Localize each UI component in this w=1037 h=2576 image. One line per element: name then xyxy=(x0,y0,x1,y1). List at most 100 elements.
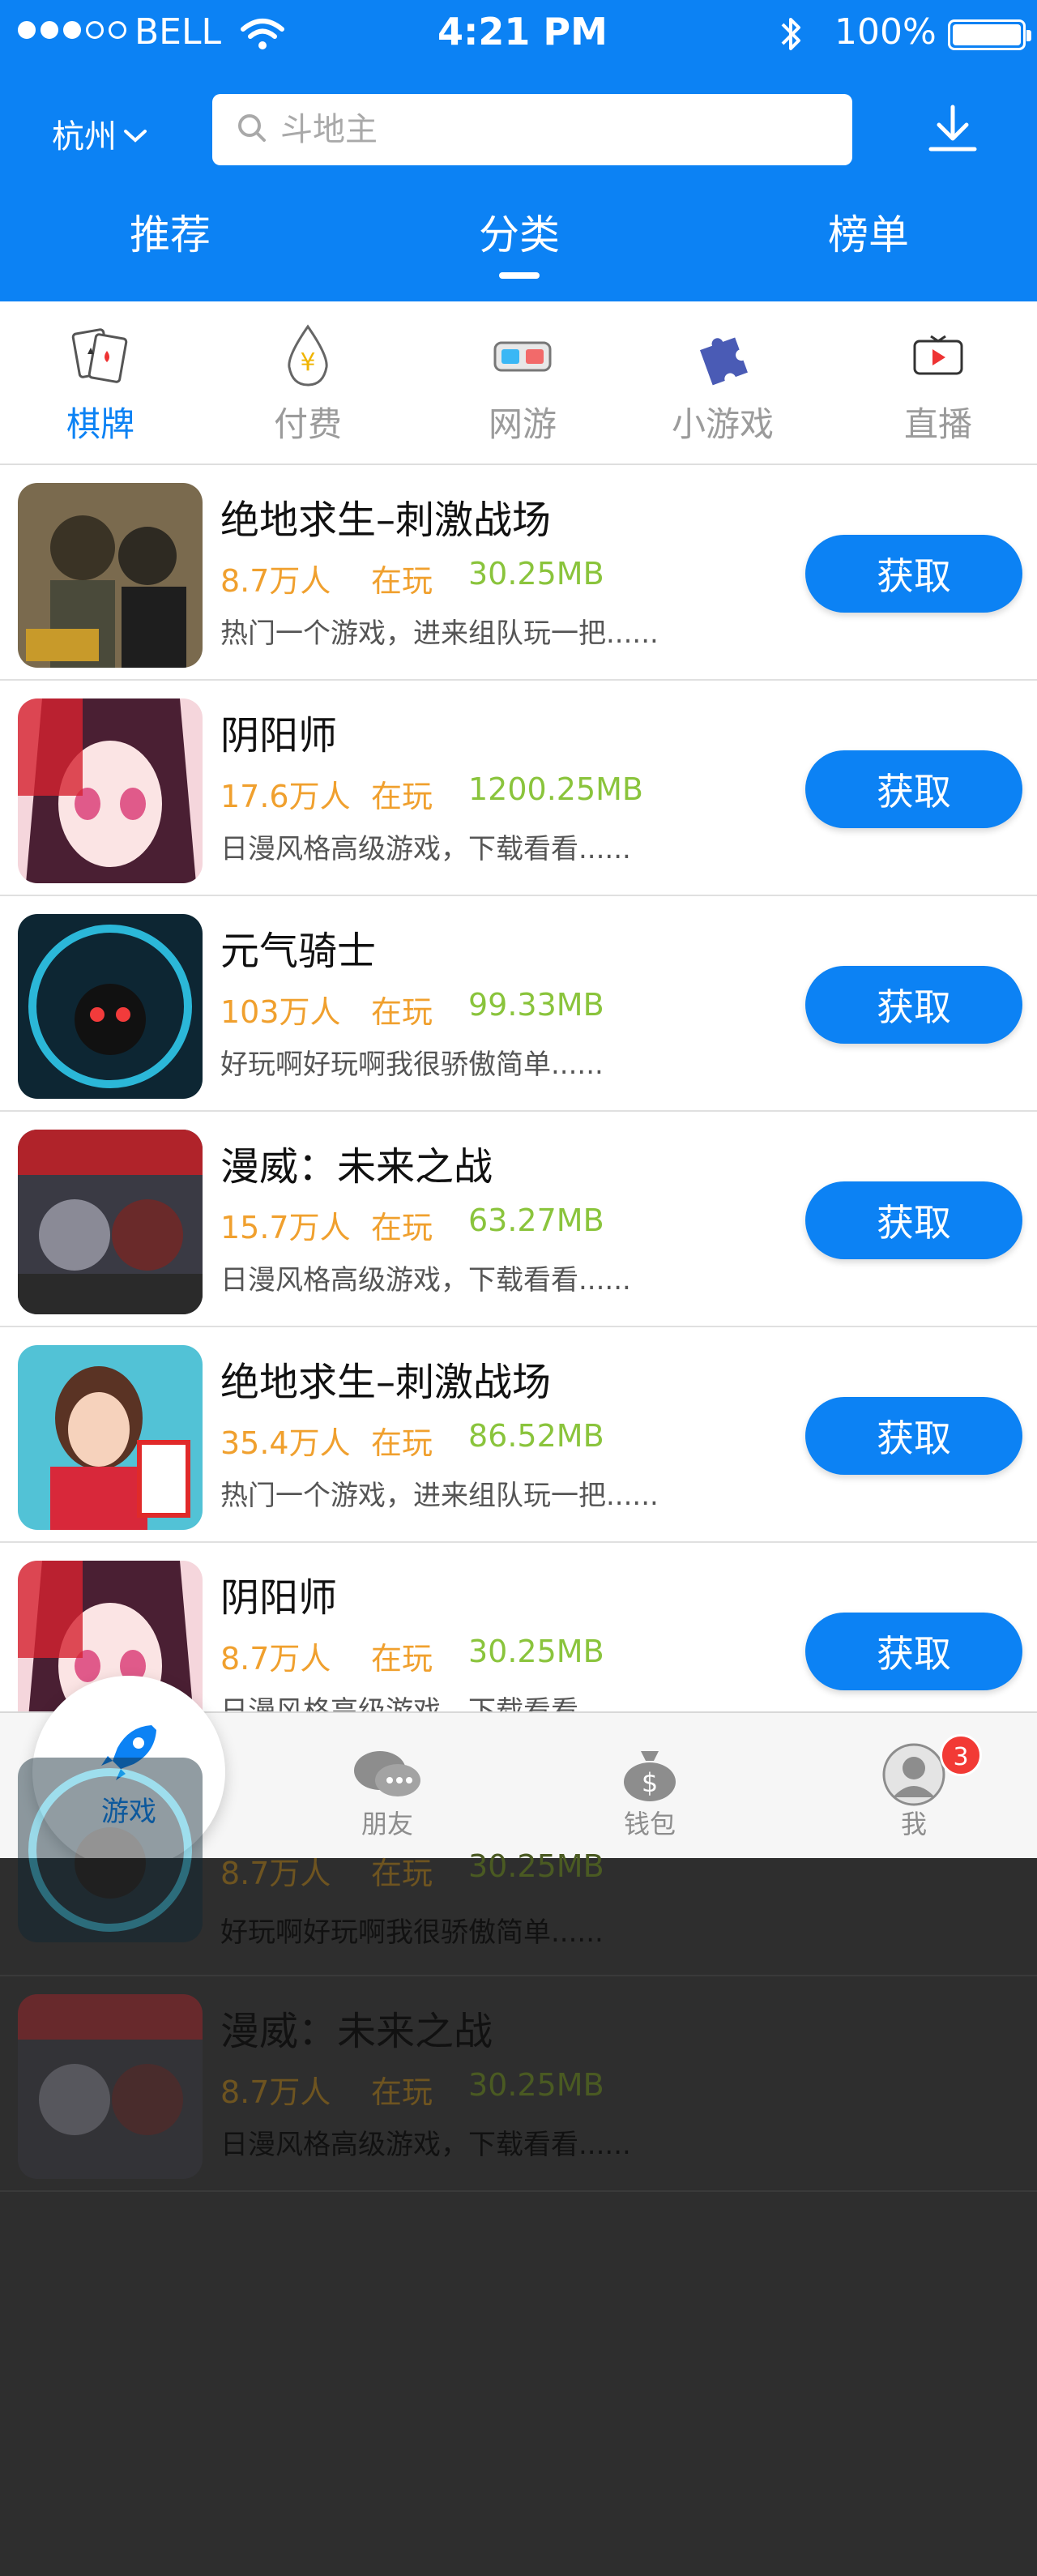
signal-icon xyxy=(18,21,126,39)
game-name: 绝地求生–刺激战场 xyxy=(220,1360,552,1405)
carrier-label: BELL xyxy=(134,11,222,53)
get-button[interactable]: 获取 xyxy=(805,750,1022,828)
game-meta: 17.6万人 在玩 1200.25MB xyxy=(220,771,643,816)
game-icon xyxy=(18,1345,203,1530)
play-state: 在玩 xyxy=(371,1641,433,1677)
category-mini-games[interactable]: 小游戏 xyxy=(642,319,804,446)
tab-friends[interactable]: 朋友 xyxy=(322,1745,452,1841)
play-state: 在玩 xyxy=(371,563,433,599)
city-selector[interactable]: 杭州 xyxy=(52,110,147,157)
search-icon xyxy=(237,113,267,147)
file-size: 63.27MB xyxy=(468,1203,604,1238)
file-size: 30.25MB xyxy=(468,556,604,592)
tab-wallet[interactable]: $ 钱包 xyxy=(585,1745,715,1841)
player-count: 15.7万人 xyxy=(220,1210,351,1245)
category-tabs: 棋牌 ¥ 付费 网游 小游戏 直播 xyxy=(0,301,1037,465)
tab-category[interactable]: 分类 xyxy=(438,203,600,279)
download-icon xyxy=(928,105,977,152)
game-meta: 8.7万人 在玩 30.25MB xyxy=(220,1848,604,1891)
game-description: 日漫风格高级游戏，下载看看...... xyxy=(220,2129,631,2161)
play-state: 在玩 xyxy=(371,1210,433,1245)
tab-recommend[interactable]: 推荐 xyxy=(89,203,251,261)
player-count: 103万人 xyxy=(220,994,341,1030)
game-meta: 15.7万人 在玩 63.27MB xyxy=(220,1203,604,1247)
top-tabs: 推荐 分类 榜单 xyxy=(0,203,1037,284)
clock: 4:21 PM xyxy=(437,10,608,53)
search-bar[interactable] xyxy=(212,94,852,165)
get-button[interactable]: 获取 xyxy=(805,1397,1022,1475)
game-icon xyxy=(18,698,203,883)
game-icon xyxy=(18,914,203,1099)
game-icon xyxy=(18,483,203,668)
game-meta: 103万人 在玩 99.33MB xyxy=(220,987,604,1032)
playing-cards-icon xyxy=(19,319,181,392)
game-icon xyxy=(18,1758,203,1942)
battery-icon xyxy=(948,19,1031,50)
game-name: 漫威：未来之战 xyxy=(220,1144,493,1190)
live-tv-icon xyxy=(857,319,1019,392)
game-row[interactable]: 阴阳师 17.6万人 在玩 1200.25MB 日漫风格高级游戏，下载看看...… xyxy=(0,681,1037,896)
game-row[interactable]: 绝地求生–刺激战场 35.4万人 在玩 86.52MB 热门一个游戏，进来组队玩… xyxy=(0,1327,1037,1543)
search-input[interactable] xyxy=(280,111,815,148)
play-state: 在玩 xyxy=(371,779,433,814)
game-name: 阴阳师 xyxy=(220,1575,338,1621)
game-name: 阴阳师 xyxy=(220,713,338,758)
puzzle-icon xyxy=(642,319,804,392)
dimmed-list-item: 8.7万人 在玩 30.25MB 好玩啊好玩啊我很骄傲简单...... xyxy=(0,1758,1037,1976)
game-description: 热门一个游戏，进来组队玩一把...... xyxy=(220,617,659,650)
download-button[interactable] xyxy=(928,104,978,157)
player-count: 35.4万人 xyxy=(220,1425,351,1461)
game-row[interactable]: 元气骑士 103万人 在玩 99.33MB 好玩啊好玩啊我很骄傲简单......… xyxy=(0,896,1037,1112)
app-screen: BELL 4:21 PM 100% 杭州 斗地主 推荐 分类 榜单 棋牌 ¥ 付… xyxy=(0,0,1037,1858)
get-button[interactable]: 获取 xyxy=(805,1613,1022,1690)
file-size: 86.52MB xyxy=(468,1418,604,1454)
player-count: 8.7万人 xyxy=(220,563,331,599)
game-row[interactable]: 漫威：未来之战 15.7万人 在玩 63.27MB 日漫风格高级游戏，下载看看.… xyxy=(0,1112,1037,1327)
game-name: 绝地求生–刺激战场 xyxy=(220,498,552,543)
game-meta: 35.4万人 在玩 86.52MB xyxy=(220,1418,604,1463)
get-button[interactable]: 获取 xyxy=(805,966,1022,1044)
game-description: 日漫风格高级游戏，下载看看...... xyxy=(220,833,631,865)
game-meta: 8.7万人 在玩 30.25MB xyxy=(220,1634,604,1678)
game-description: 好玩啊好玩啊我很骄傲简单...... xyxy=(220,1916,604,1949)
category-live[interactable]: 直播 xyxy=(857,319,1019,446)
tab-ranking[interactable]: 榜单 xyxy=(787,203,950,261)
get-button[interactable]: 获取 xyxy=(805,535,1022,613)
wifi-icon xyxy=(240,18,285,53)
play-state: 在玩 xyxy=(371,994,433,1030)
file-size: 30.25MB xyxy=(468,1634,604,1669)
category-chess-cards[interactable]: 棋牌 xyxy=(19,319,181,446)
game-meta: 8.7万人 在玩 30.25MB xyxy=(220,556,604,600)
play-state: 在玩 xyxy=(371,1425,433,1461)
bluetooth-icon xyxy=(779,13,804,58)
game-icon xyxy=(18,1130,203,1314)
game-icon xyxy=(18,1994,203,2179)
file-size: 99.33MB xyxy=(468,987,604,1023)
file-size: 1200.25MB xyxy=(468,771,643,807)
vr-glasses-icon xyxy=(442,319,604,392)
chevron-down-icon xyxy=(123,115,147,152)
battery-percent: 100% xyxy=(834,11,937,53)
game-name: 元气骑士 xyxy=(220,929,377,974)
header: BELL 4:21 PM 100% 杭州 斗地主 推荐 分类 榜单 xyxy=(0,0,1037,301)
player-count: 8.7万人 xyxy=(220,1641,331,1677)
dimmed-list-item: 漫威：未来之战 8.7万人 在玩 30.25MB 日漫风格高级游戏，下载看看..… xyxy=(0,1976,1037,2192)
category-online-games[interactable]: 网游 xyxy=(442,319,604,446)
player-count: 17.6万人 xyxy=(220,779,351,814)
yen-drop-icon: ¥ xyxy=(227,319,389,392)
game-name: 漫威：未来之战 xyxy=(220,2009,493,2054)
chat-bubbles-icon xyxy=(322,1745,452,1804)
city-label: 杭州 xyxy=(52,118,117,156)
game-row[interactable]: 绝地求生–刺激战场 8.7万人 在玩 30.25MB 热门一个游戏，进来组队玩一… xyxy=(0,465,1037,681)
money-bag-icon: $ xyxy=(585,1745,715,1804)
status-bar: BELL 4:21 PM 100% xyxy=(0,0,1037,68)
game-description: 好玩啊好玩啊我很骄傲简单...... xyxy=(220,1049,604,1081)
get-button[interactable]: 获取 xyxy=(805,1181,1022,1259)
svg-text:$: $ xyxy=(642,1767,658,1798)
active-tab-indicator xyxy=(499,272,540,279)
game-description: 日漫风格高级游戏，下载看看...... xyxy=(220,1264,631,1297)
game-description: 热门一个游戏，进来组队玩一把...... xyxy=(220,1480,659,1512)
category-paid[interactable]: ¥ 付费 xyxy=(227,319,389,446)
game-meta: 8.7万人 在玩 30.25MB xyxy=(220,2067,604,2110)
notification-badge: 3 xyxy=(940,1734,982,1776)
